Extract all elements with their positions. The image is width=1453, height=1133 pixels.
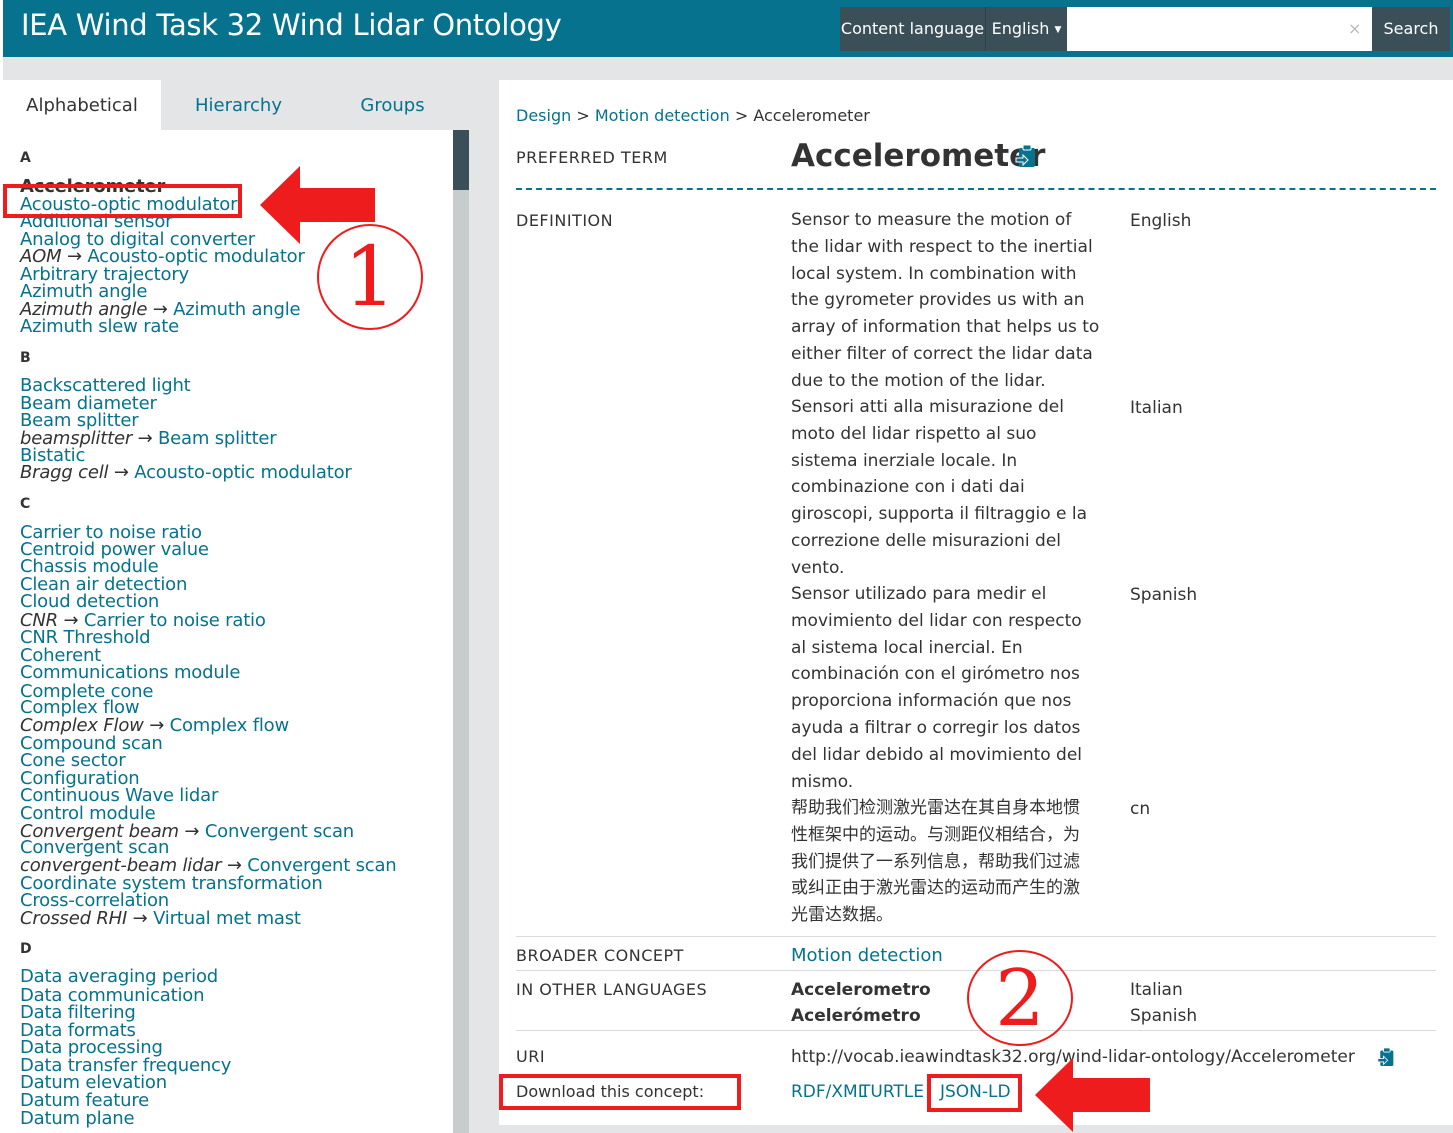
definition-lang-es: Spanish xyxy=(1130,585,1198,605)
definition-text-it: Sensori atti alla misurazione del moto d… xyxy=(791,397,1088,578)
download-rdf-xml[interactable]: RDF/XML xyxy=(791,1082,867,1102)
preferred-term-label: PREFERRED TERM xyxy=(516,148,668,167)
concept-label: Acousto-optic modulator xyxy=(134,462,352,483)
concept-label: Complex flow xyxy=(169,715,290,736)
other-language-term: Acelerómetro xyxy=(791,1006,921,1026)
sidebar-concept-item[interactable]: Data averaging period xyxy=(20,968,218,986)
concept-label: Azimuth slew rate xyxy=(20,316,179,337)
annotation-box-json-ld xyxy=(927,1074,1022,1112)
breadcrumb-current: Accelerometer xyxy=(753,106,870,125)
search-input[interactable] xyxy=(1067,7,1372,51)
annotation-step-1: 1 xyxy=(317,224,423,330)
concept-label: Cloud detection xyxy=(20,591,160,612)
arrow-right-icon: → xyxy=(178,821,205,842)
other-languages-label: IN OTHER LANGUAGES xyxy=(516,980,708,999)
annotation-arrow-left-icon xyxy=(1035,1058,1150,1132)
other-language-term: Accelerometro xyxy=(791,980,931,1000)
concept-panel: Design > Motion detection > Acceleromete… xyxy=(499,80,1453,1125)
definition-text-en: Sensor to measure the motion of the lida… xyxy=(791,210,1100,391)
concept-label: Convergent scan xyxy=(204,821,355,842)
definition-text-es: Sensor utilizado para medir el movimient… xyxy=(791,584,1083,792)
tab-hierarchy[interactable]: Hierarchy xyxy=(161,80,316,130)
tab-alphabetical[interactable]: Alphabetical xyxy=(3,80,161,130)
sidebar-concept-item[interactable]: Bragg cell → Acousto-optic modulator xyxy=(20,464,352,482)
breadcrumb-separator: > xyxy=(734,106,749,125)
caret-down-icon: ▼ xyxy=(1054,25,1062,35)
site-title[interactable]: IEA Wind Task 32 Wind Lidar Ontology xyxy=(21,8,562,42)
alt-label: Bragg cell xyxy=(20,462,109,483)
row-divider xyxy=(516,936,1436,937)
other-language-name: Italian xyxy=(1130,980,1183,1000)
annotation-step-2: 2 xyxy=(967,950,1073,1046)
sidebar-tabs: Alphabetical Hierarchy Groups xyxy=(3,80,469,130)
definition-text-cn: 帮助我们检测激光雷达在其自身本地惯性框架中的运动。与测距仪相结合，为我们提供了一… xyxy=(791,798,1080,926)
language-selected: English xyxy=(991,19,1050,38)
download-turtle[interactable]: TURTLE xyxy=(860,1082,924,1102)
copy-to-clipboard-icon[interactable] xyxy=(1015,144,1037,168)
broader-concept-label: BROADER CONCEPT xyxy=(516,946,684,965)
letter-heading-c: C xyxy=(20,496,31,512)
clear-icon[interactable]: × xyxy=(1348,7,1361,51)
definition-lang-cn: cn xyxy=(1130,799,1151,819)
sidebar-concept-item[interactable]: Cloud detection xyxy=(20,593,159,611)
copy-uri-icon[interactable] xyxy=(1377,1047,1395,1067)
sidebar-concept-item[interactable]: Azimuth slew rate xyxy=(20,318,179,336)
letter-heading-d: D xyxy=(20,941,32,957)
scrollbar-thumb[interactable] xyxy=(453,130,469,190)
breadcrumb: Design > Motion detection > Acceleromete… xyxy=(516,106,870,125)
breadcrumb-separator: > xyxy=(576,106,590,125)
annotation-box-concept xyxy=(3,184,242,218)
uri-label: URI xyxy=(516,1047,546,1066)
concept-label: Datum plane xyxy=(20,1108,135,1129)
concept-label: Azimuth angle xyxy=(173,299,301,320)
arrow-right-icon: → xyxy=(132,428,158,449)
definition-lang-it: Italian xyxy=(1130,398,1183,418)
tab-groups[interactable]: Groups xyxy=(316,80,469,130)
concept-label: Virtual met mast xyxy=(153,908,301,929)
arrow-right-icon: → xyxy=(127,908,154,929)
content-language-label: Content language xyxy=(840,7,985,51)
sidebar-concept-item[interactable]: Datum plane xyxy=(20,1108,135,1129)
preferred-term: Accelerometer xyxy=(791,138,1046,174)
concept-label: Communications module xyxy=(20,662,241,683)
scrollbar-track[interactable] xyxy=(453,130,469,1133)
letter-heading-a: A xyxy=(20,150,31,166)
language-dropdown[interactable]: English ▼ xyxy=(985,7,1067,51)
row-divider xyxy=(516,1030,1436,1031)
concept-label: Data averaging period xyxy=(20,966,219,987)
definition-lang-en: English xyxy=(1130,211,1192,231)
sidebar-concept-item[interactable]: Crossed RHI → Virtual met mast xyxy=(20,910,301,928)
header-divider xyxy=(516,188,1436,190)
annotation-box-download-label xyxy=(499,1074,741,1110)
search-button[interactable]: Search xyxy=(1372,7,1450,51)
other-language-name: Spanish xyxy=(1130,1006,1198,1026)
sidebar-concept-item[interactable]: Communications module xyxy=(20,664,240,682)
definition-label: DEFINITION xyxy=(516,211,614,230)
broader-concept-link[interactable]: Motion detection xyxy=(791,945,943,966)
letter-heading-b: B xyxy=(20,350,31,366)
alt-label: Crossed RHI xyxy=(20,908,128,929)
breadcrumb-motion-detection[interactable]: Motion detection xyxy=(595,106,730,125)
breadcrumb-design[interactable]: Design xyxy=(516,106,571,125)
arrow-right-icon: → xyxy=(108,462,135,483)
concept-label: Beam splitter xyxy=(158,428,277,449)
